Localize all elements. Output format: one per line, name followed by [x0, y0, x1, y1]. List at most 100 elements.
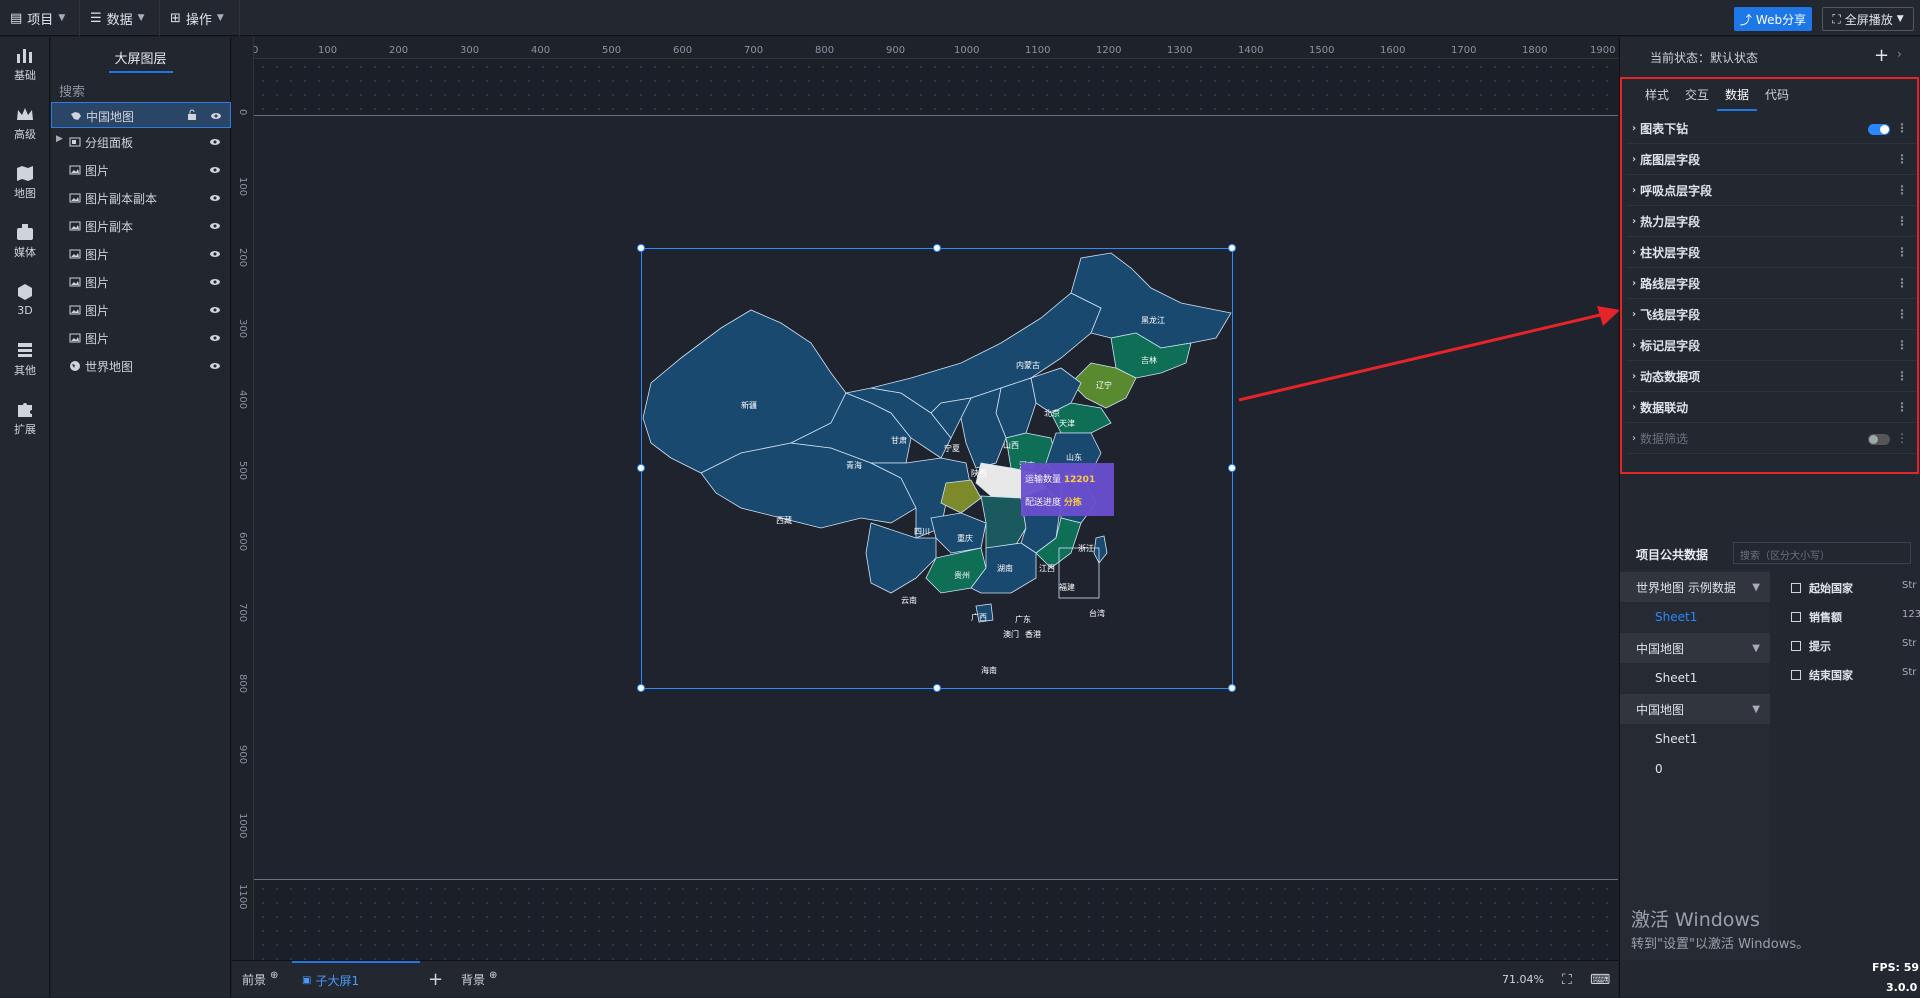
foreground-tab[interactable]: 前景 ⊕: [242, 961, 278, 998]
background-tab[interactable]: 背景 ⊕: [461, 961, 497, 998]
add-state-button[interactable]: +: [1874, 45, 1889, 66]
more-icon[interactable]: ⋮: [1896, 214, 1908, 228]
sheet-item[interactable]: 0: [1655, 762, 1663, 776]
more-icon[interactable]: ⋮: [1896, 152, 1908, 166]
column-item[interactable]: 起始国家: [1791, 580, 1853, 596]
sub-screen-tab[interactable]: ▣ 子大屏1: [292, 961, 420, 998]
field-data-filter[interactable]: › 数据筛选 ⋮: [1626, 424, 1916, 454]
layer-item[interactable]: 图片: [51, 297, 231, 323]
column-item[interactable]: 销售额: [1791, 609, 1842, 625]
layer-item[interactable]: 图片: [51, 269, 231, 295]
field-base-layer[interactable]: › 底图层字段 ⋮: [1626, 145, 1916, 175]
resize-handle[interactable]: [637, 244, 645, 252]
more-icon[interactable]: ⋮: [1896, 307, 1908, 321]
category-basic[interactable]: 基础: [0, 39, 50, 89]
field-marker-layer[interactable]: › 标记层字段 ⋮: [1626, 331, 1916, 361]
eye-icon[interactable]: [209, 136, 221, 148]
add-screen-button[interactable]: +: [428, 961, 443, 998]
dataset-item[interactable]: 世界地图 示例数据 ▼: [1620, 572, 1770, 602]
more-icon[interactable]: ⋮: [1896, 400, 1908, 414]
category-media[interactable]: 媒体: [0, 216, 50, 266]
sheet-item[interactable]: Sheet1: [1655, 732, 1697, 746]
eye-icon[interactable]: [209, 220, 221, 232]
web-share-button[interactable]: ⤴ Web分享: [1734, 7, 1812, 31]
add-circle-icon[interactable]: ⊕: [270, 970, 278, 981]
checkbox[interactable]: [1791, 583, 1801, 593]
field-route-layer[interactable]: › 路线层字段 ⋮: [1626, 269, 1916, 299]
eye-icon[interactable]: [209, 360, 221, 372]
resize-handle[interactable]: [933, 244, 941, 252]
eye-icon[interactable]: [209, 304, 221, 316]
more-icon[interactable]: ⋮: [1896, 121, 1908, 135]
tab-style[interactable]: 样式: [1637, 86, 1677, 111]
category-advanced[interactable]: 高级: [0, 98, 50, 148]
more-icon[interactable]: ⋮: [1896, 245, 1908, 259]
dataset-item[interactable]: 中国地图 ▼: [1620, 694, 1770, 724]
eye-icon[interactable]: [209, 276, 221, 288]
column-item[interactable]: 提示: [1791, 638, 1831, 654]
dataset-item[interactable]: 中国地图 ▼: [1620, 633, 1770, 663]
resize-handle[interactable]: [1228, 464, 1236, 472]
fit-screen-icon[interactable]: ⛶: [1562, 961, 1572, 998]
fullscreen-play-button[interactable]: ⛶ 全屏播放 ▼: [1822, 7, 1914, 31]
field-label: 热力层字段: [1640, 215, 1701, 229]
layer-item[interactable]: 图片: [51, 325, 231, 351]
tab-interaction[interactable]: 交互: [1677, 86, 1717, 111]
resize-handle[interactable]: [1228, 684, 1236, 692]
sheet-item[interactable]: Sheet1: [1655, 610, 1697, 624]
layer-item[interactable]: 图片副本: [51, 213, 231, 239]
unlock-icon[interactable]: [186, 109, 198, 121]
field-breathing-point[interactable]: › 呼吸点层字段 ⋮: [1626, 176, 1916, 206]
zoom-level[interactable]: 71.04%: [1502, 961, 1544, 998]
category-map[interactable]: 地图: [0, 157, 50, 207]
eye-icon[interactable]: [209, 164, 221, 176]
resize-handle[interactable]: [637, 464, 645, 472]
field-heat-layer[interactable]: › 热力层字段 ⋮: [1626, 207, 1916, 237]
add-circle-icon[interactable]: ⊕: [489, 970, 497, 981]
layer-item[interactable]: 中国地图: [51, 102, 231, 128]
keyboard-icon[interactable]: ⌨: [1590, 961, 1610, 998]
category-3d[interactable]: 3D: [0, 275, 50, 325]
menu-operate[interactable]: ⊞ 操作 ▼: [160, 0, 240, 36]
layer-item[interactable]: 图片副本副本: [51, 185, 231, 211]
eye-icon[interactable]: [209, 332, 221, 344]
caret-right-icon[interactable]: ▶: [56, 134, 63, 144]
more-icon[interactable]: ⋮: [1896, 338, 1908, 352]
selection-box[interactable]: [637, 244, 1236, 692]
category-other[interactable]: 其他: [0, 334, 50, 384]
more-icon[interactable]: ⋮: [1896, 276, 1908, 290]
public-data-search-input[interactable]: 搜索（区分大小写）: [1733, 542, 1911, 564]
tab-data[interactable]: 数据: [1717, 86, 1757, 111]
eye-icon[interactable]: [209, 248, 221, 260]
more-icon[interactable]: ⋮: [1896, 369, 1908, 383]
chevron-right-icon[interactable]: ›: [1897, 47, 1902, 61]
resize-handle[interactable]: [1228, 244, 1236, 252]
layer-item[interactable]: ▶ 分组面板: [51, 129, 231, 155]
sheet-item[interactable]: Sheet1: [1655, 671, 1697, 685]
resize-handle[interactable]: [933, 684, 941, 692]
field-flyline-layer[interactable]: › 飞线层字段 ⋮: [1626, 300, 1916, 330]
field-data-linkage[interactable]: › 数据联动 ⋮: [1626, 393, 1916, 423]
category-extension[interactable]: 扩展: [0, 393, 50, 443]
more-icon[interactable]: ⋮: [1896, 431, 1908, 445]
field-drilldown[interactable]: › 图表下钻 ⋮: [1626, 114, 1916, 144]
field-bar-layer[interactable]: › 柱状层字段 ⋮: [1626, 238, 1916, 268]
checkbox[interactable]: [1791, 670, 1801, 680]
layers-search-input[interactable]: 搜索: [51, 77, 230, 103]
filter-toggle[interactable]: [1868, 434, 1890, 445]
checkbox[interactable]: [1791, 612, 1801, 622]
drilldown-toggle[interactable]: [1868, 124, 1890, 135]
field-dynamic-data[interactable]: › 动态数据项 ⋮: [1626, 362, 1916, 392]
layer-item[interactable]: 图片: [51, 241, 231, 267]
eye-icon[interactable]: [209, 192, 221, 204]
eye-icon[interactable]: [210, 110, 222, 122]
resize-handle[interactable]: [637, 684, 645, 692]
column-item[interactable]: 结束国家: [1791, 667, 1853, 683]
more-icon[interactable]: ⋮: [1896, 183, 1908, 197]
checkbox[interactable]: [1791, 641, 1801, 651]
tab-code[interactable]: 代码: [1757, 86, 1797, 111]
layer-item[interactable]: 世界地图: [51, 353, 231, 379]
layer-item[interactable]: 图片: [51, 157, 231, 183]
menu-data[interactable]: ☰ 数据 ▼: [80, 0, 160, 36]
menu-project[interactable]: ▤ 项目 ▼: [0, 0, 80, 36]
